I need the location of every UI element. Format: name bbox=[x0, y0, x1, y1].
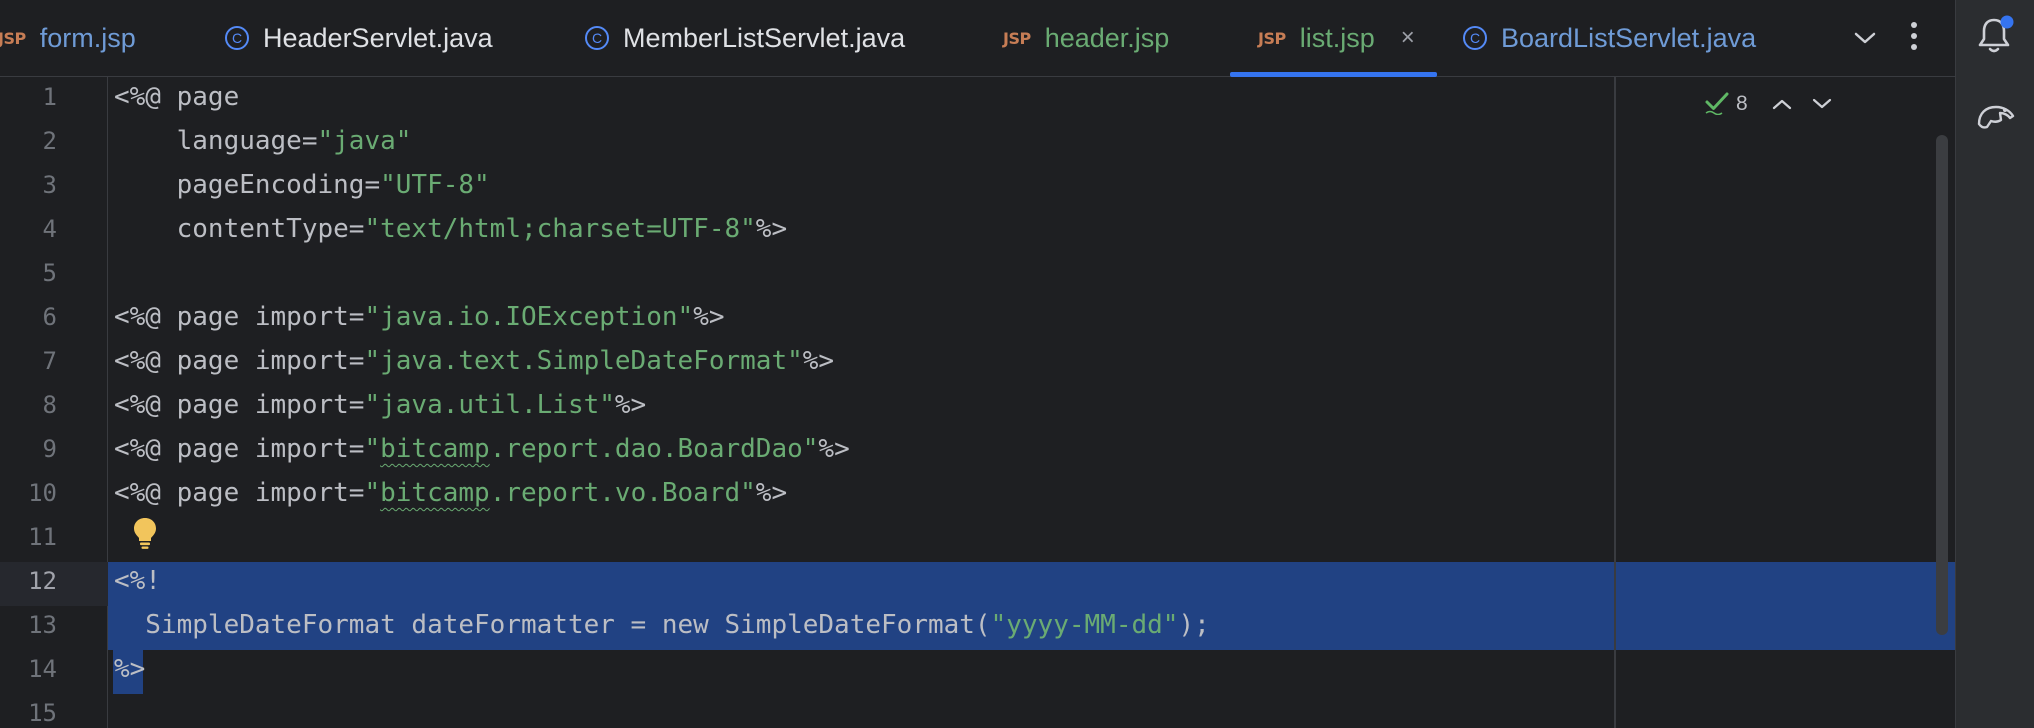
tab-label: list.jsp bbox=[1299, 22, 1375, 53]
code-line: language="java" bbox=[114, 119, 412, 163]
line-number: 13 bbox=[28, 611, 57, 639]
line-number: 3 bbox=[42, 171, 57, 199]
string-literal: " bbox=[364, 478, 381, 508]
database-icon[interactable] bbox=[1974, 94, 2018, 138]
line-number: 1 bbox=[42, 83, 57, 111]
code-token: language= bbox=[114, 126, 318, 156]
line-number: 7 bbox=[42, 347, 57, 375]
string-literal: "java.io.IOException" bbox=[364, 302, 694, 332]
string-literal: bitcamp bbox=[380, 478, 490, 508]
jsp-file-icon: JSP bbox=[1258, 28, 1286, 48]
code-token: SimpleDateFormat dateFormatter = new Sim… bbox=[114, 610, 991, 640]
code-line: <%@ page import="bitcamp.report.dao.Boar… bbox=[114, 427, 850, 471]
line-number: 15 bbox=[28, 699, 57, 727]
code-token: %> bbox=[614, 390, 647, 420]
java-class-icon: C bbox=[225, 26, 249, 50]
tab-label: HeaderServlet.java bbox=[263, 22, 493, 53]
editor-tab-bar: JSP form.jsp C HeaderServlet.java C Memb… bbox=[0, 0, 1955, 77]
chevron-up-icon[interactable] bbox=[1770, 92, 1794, 116]
code-token: pageEncoding= bbox=[114, 170, 381, 200]
code-token: %> bbox=[755, 214, 788, 244]
code-token: ); bbox=[1178, 610, 1210, 640]
chevron-down-icon[interactable] bbox=[1810, 92, 1834, 116]
line-number: 9 bbox=[42, 435, 57, 463]
tab-board-list-servlet[interactable]: C BoardListServlet.java bbox=[1463, 0, 1756, 76]
line-number: 14 bbox=[28, 655, 57, 683]
line-number: 10 bbox=[28, 479, 57, 507]
jsp-file-icon: JSP bbox=[1003, 28, 1031, 48]
code-line: <%@ page import="java.util.List"%> bbox=[114, 383, 646, 427]
string-literal: " bbox=[364, 434, 381, 464]
lightbulb-icon[interactable] bbox=[131, 516, 159, 550]
notifications-bell-icon[interactable] bbox=[1976, 14, 2016, 56]
string-literal: .report.vo.Board" bbox=[489, 478, 756, 508]
tab-list-jsp[interactable]: JSP list.jsp × bbox=[1258, 0, 1415, 76]
right-margin-guide bbox=[1614, 77, 1616, 728]
code-editor[interactable]: <%@ page language="java" pageEncoding="U… bbox=[108, 77, 1955, 728]
code-token: %> bbox=[114, 654, 146, 684]
code-token: <%@ page import= bbox=[114, 390, 365, 420]
inspections-widget[interactable]: 8 bbox=[1704, 86, 1850, 122]
code-token: <%@ page import= bbox=[114, 302, 365, 332]
line-number: 12 bbox=[28, 567, 57, 595]
string-literal: "java" bbox=[317, 126, 412, 156]
code-token: %> bbox=[755, 478, 788, 508]
tab-label: BoardListServlet.java bbox=[1501, 22, 1757, 53]
code-line: contentType="text/html;charset=UTF-8"%> bbox=[114, 207, 788, 251]
code-line: SimpleDateFormat dateFormatter = new Sim… bbox=[114, 603, 1210, 647]
line-number: 8 bbox=[42, 391, 57, 419]
jsp-file-icon: JSP bbox=[0, 28, 26, 48]
code-token: <%@ page import= bbox=[114, 346, 365, 376]
code-token: contentType= bbox=[114, 214, 365, 244]
code-line: pageEncoding="UTF-8" bbox=[114, 163, 490, 207]
java-class-icon: C bbox=[1463, 26, 1487, 50]
code-token: <%@ page import= bbox=[114, 434, 365, 464]
tab-member-list-servlet[interactable]: C MemberListServlet.java bbox=[585, 0, 905, 76]
code-line: <%@ page import="java.io.IOException"%> bbox=[114, 295, 725, 339]
check-icon bbox=[1704, 89, 1730, 119]
right-tool-strip bbox=[1955, 0, 2034, 728]
line-number: 11 bbox=[28, 523, 57, 551]
tab-label: MemberListServlet.java bbox=[623, 22, 906, 53]
code-token: <%@ page bbox=[114, 82, 240, 112]
code-line: <%! bbox=[114, 559, 161, 603]
code-token: <%! bbox=[114, 566, 161, 596]
line-number: 5 bbox=[42, 259, 57, 287]
tab-form-jsp[interactable]: JSP form.jsp bbox=[0, 0, 136, 76]
tab-header-servlet[interactable]: C HeaderServlet.java bbox=[225, 0, 493, 76]
more-vertical-icon[interactable] bbox=[1902, 16, 1926, 56]
close-icon[interactable]: × bbox=[1401, 24, 1415, 52]
line-number: 2 bbox=[42, 127, 57, 155]
string-literal: "yyyy-MM-dd" bbox=[990, 610, 1179, 640]
tab-label: form.jsp bbox=[39, 22, 136, 53]
code-token: %> bbox=[693, 302, 725, 332]
code-line: <%@ page import="java.text.SimpleDateFor… bbox=[114, 339, 834, 383]
line-number-gutter: 1 2 3 4 5 6 7 8 9 10 11 12 13 14 15 bbox=[0, 77, 108, 728]
chevron-down-icon[interactable] bbox=[1850, 20, 1880, 56]
code-token: %> bbox=[802, 346, 835, 376]
line-number: 6 bbox=[42, 303, 57, 331]
code-line: <%@ page import="bitcamp.report.vo.Board… bbox=[114, 471, 787, 515]
code-token: %> bbox=[818, 434, 850, 464]
code-line: <%@ page bbox=[114, 75, 239, 119]
tab-header-jsp[interactable]: JSP header.jsp bbox=[1003, 0, 1169, 76]
string-literal: bitcamp bbox=[380, 434, 490, 464]
string-literal: "text/html;charset=UTF-8" bbox=[364, 214, 756, 244]
code-line: %> bbox=[114, 647, 145, 691]
string-literal: .report.dao.BoardDao" bbox=[489, 434, 819, 464]
ide-window: JSP form.jsp C HeaderServlet.java C Memb… bbox=[0, 0, 2034, 728]
code-token: <%@ page import= bbox=[114, 478, 365, 508]
line-number: 4 bbox=[42, 215, 57, 243]
string-literal: "java.text.SimpleDateFormat" bbox=[364, 346, 803, 376]
java-class-icon: C bbox=[585, 26, 609, 50]
string-literal: "UTF-8" bbox=[380, 170, 490, 200]
inspection-count: 8 bbox=[1736, 92, 1748, 115]
string-literal: "java.util.List" bbox=[364, 390, 615, 420]
vertical-scrollbar[interactable] bbox=[1936, 135, 1948, 635]
tab-label: header.jsp bbox=[1044, 22, 1170, 53]
